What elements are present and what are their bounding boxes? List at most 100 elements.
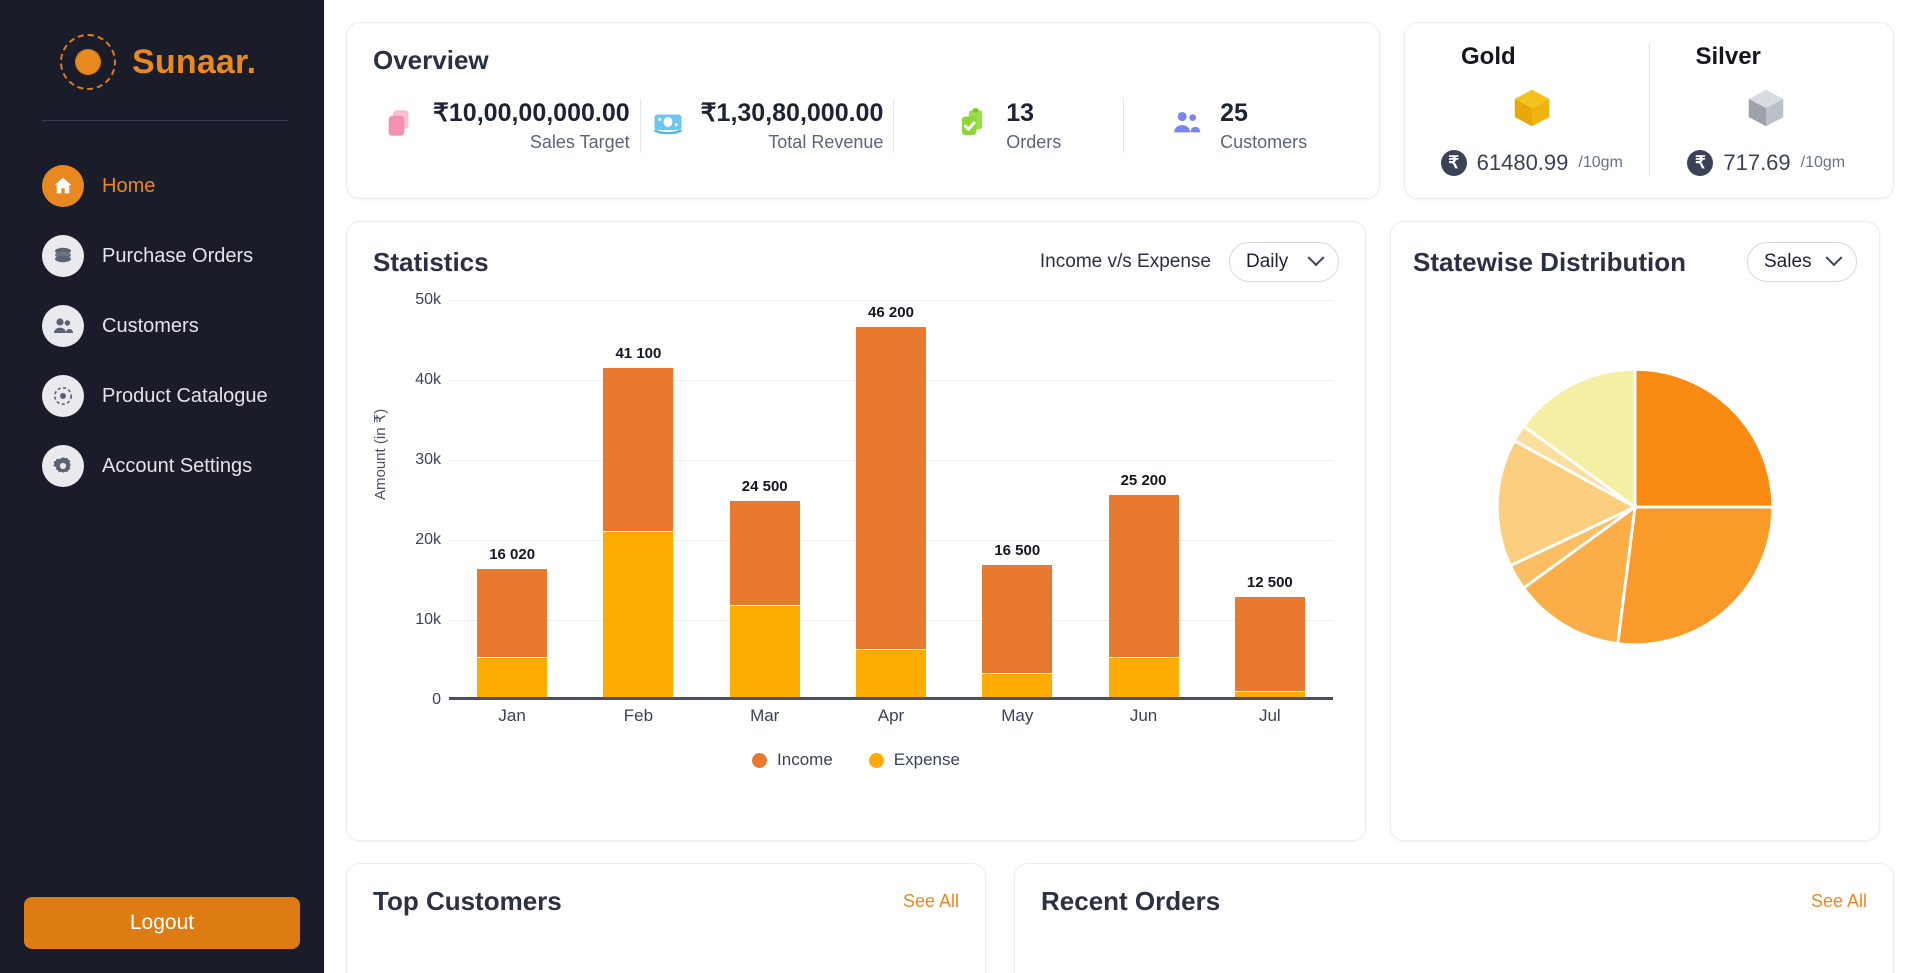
- bar-column[interactable]: 16 500: [982, 300, 1052, 697]
- legend-item[interactable]: Income: [752, 750, 833, 770]
- bar-segment-expense[interactable]: [982, 673, 1052, 697]
- y-axis-ticks: 010k20k30k40k50k: [393, 300, 441, 700]
- stat-sales-target: ₹10,00,00,000.00 Sales Target: [373, 98, 640, 153]
- gear-icon: [42, 445, 84, 487]
- bar-segment-income[interactable]: [603, 368, 673, 530]
- stat-label: Customers: [1220, 132, 1307, 153]
- sidebar-item-purchase-orders[interactable]: Purchase Orders: [0, 221, 324, 291]
- bar-segment-expense[interactable]: [1235, 691, 1305, 697]
- metal-rates-card: Gold ₹ 61480.99 /10gm: [1404, 22, 1894, 199]
- bar-segment-income[interactable]: [982, 565, 1052, 673]
- statewise-title: Statewise Distribution: [1413, 247, 1686, 278]
- home-icon: [42, 165, 84, 207]
- stat-customers: 25 Customers: [1123, 98, 1353, 153]
- x-tick-label: Jul: [1235, 706, 1305, 726]
- brand-name: Sunaar.: [132, 43, 256, 82]
- top-customers-title: Top Customers: [373, 886, 562, 917]
- statewise-pie-chart: [1413, 362, 1857, 652]
- stat-label: Total Revenue: [768, 132, 883, 153]
- metal-price: ₹ 717.69 /10gm: [1687, 150, 1845, 176]
- metric-select[interactable]: Sales: [1747, 242, 1857, 282]
- statewise-card: Statewise Distribution Sales: [1390, 221, 1880, 841]
- bar-segment-income[interactable]: [477, 569, 547, 657]
- x-axis-line: [449, 697, 1333, 700]
- bar-segment-expense[interactable]: [1109, 657, 1179, 697]
- dashboard-root: Sunaar. Home Purchase Orders Customers: [0, 0, 1920, 973]
- top-row: Overview ₹10,00,00,000.00 Sales Target: [346, 22, 1894, 199]
- y-tick-label: 0: [432, 691, 441, 709]
- bar-column[interactable]: 41 100: [603, 300, 673, 697]
- metal-name: Silver: [1650, 43, 1761, 71]
- logout-button[interactable]: Logout: [24, 897, 300, 949]
- bar-segment-expense[interactable]: [730, 605, 800, 697]
- bar-total-label: 12 500: [1235, 574, 1305, 591]
- income-expense-chart: Amount (in ₹) 010k20k30k40k50k 16 02041 …: [373, 300, 1339, 760]
- sidebar-item-account-settings[interactable]: Account Settings: [0, 431, 324, 501]
- rupee-icon: ₹: [1441, 150, 1467, 176]
- stat-value: ₹10,00,00,000.00: [433, 98, 630, 128]
- legend-item[interactable]: Expense: [869, 750, 960, 770]
- sidebar-item-label: Customers: [102, 315, 199, 338]
- x-tick-label: Apr: [856, 706, 926, 726]
- sidebar-item-product-catalogue[interactable]: Product Catalogue: [0, 361, 324, 431]
- bar-column[interactable]: 24 500: [730, 300, 800, 697]
- sun-emblem-icon: [60, 34, 116, 90]
- bar-segment-income[interactable]: [856, 327, 926, 649]
- bar-column[interactable]: 12 500: [1235, 300, 1305, 697]
- legend-label: Expense: [894, 750, 960, 770]
- legend-color-dot: [752, 753, 767, 768]
- metal-price-unit: /10gm: [1801, 154, 1845, 172]
- legend-label: Income: [777, 750, 833, 770]
- bar-segment-income[interactable]: [730, 501, 800, 605]
- bar-column[interactable]: 16 020: [477, 300, 547, 697]
- recent-orders-see-all[interactable]: See All: [1811, 891, 1867, 912]
- chevron-down-icon: [1826, 249, 1843, 266]
- statistics-card: Statistics Income v/s Expense Daily Amou…: [346, 221, 1366, 841]
- bar-segment-income[interactable]: [1235, 597, 1305, 691]
- stat-value: 25: [1220, 99, 1248, 128]
- metal-price-value: 61480.99: [1477, 150, 1569, 176]
- main-content: Overview ₹10,00,00,000.00 Sales Target: [324, 0, 1920, 973]
- banknote-icon: [651, 106, 685, 145]
- statistics-subtitle: Income v/s Expense: [1040, 251, 1211, 273]
- sidebar-item-customers[interactable]: Customers: [0, 291, 324, 361]
- users-icon: [1170, 106, 1204, 145]
- product-icon: [42, 375, 84, 417]
- stat-label: Sales Target: [530, 132, 630, 153]
- chart-plot-area: 16 020 41 100 24 500 46 200 16 500 25 200 12 5…: [449, 300, 1333, 700]
- bar-column[interactable]: 25 200: [1109, 300, 1179, 697]
- bar-segment-expense[interactable]: [477, 657, 547, 697]
- bar-total-label: 25 200: [1109, 472, 1179, 489]
- sidebar-divider: [42, 120, 288, 121]
- bar-total-label: 46 200: [856, 304, 926, 321]
- sidebar-nav: Home Purchase Orders Customers Product C…: [0, 151, 324, 501]
- period-select[interactable]: Daily: [1229, 242, 1339, 282]
- metal-price-value: 717.69: [1723, 150, 1790, 176]
- top-customers-see-all[interactable]: See All: [903, 891, 959, 912]
- metal-gold: Gold ₹ 61480.99 /10gm: [1415, 43, 1649, 176]
- brand: Sunaar.: [0, 0, 324, 96]
- sidebar-item-label: Home: [102, 175, 155, 198]
- y-tick-label: 50k: [415, 291, 441, 309]
- sidebar-item-label: Account Settings: [102, 455, 252, 478]
- sidebar-item-home[interactable]: Home: [0, 151, 324, 221]
- y-tick-label: 30k: [415, 451, 441, 469]
- bar-segment-expense[interactable]: [856, 649, 926, 697]
- clipboard-check-icon: [956, 106, 990, 145]
- pie-slice[interactable]: [1618, 507, 1773, 645]
- statewise-header: Statewise Distribution Sales: [1413, 242, 1857, 282]
- charts-row: Statistics Income v/s Expense Daily Amou…: [346, 199, 1894, 841]
- metal-name: Gold: [1415, 43, 1516, 71]
- stat-orders: 13 Orders: [893, 98, 1123, 153]
- bar-series: 16 020 41 100 24 500 46 200 16 500 25 200 12 5…: [449, 300, 1333, 697]
- recent-orders-title: Recent Orders: [1041, 886, 1220, 917]
- bar-segment-income[interactable]: [1109, 495, 1179, 657]
- bar-segment-expense[interactable]: [603, 531, 673, 697]
- bar-column[interactable]: 46 200: [856, 300, 926, 697]
- pie-slice[interactable]: [1635, 369, 1773, 507]
- metal-silver: Silver ₹ 717.69 /10gm: [1649, 43, 1884, 176]
- copy-pages-icon: [383, 106, 417, 145]
- gold-cube-icon: [1509, 85, 1555, 136]
- bottom-row: Top Customers See All Recent Orders See …: [346, 863, 1894, 973]
- x-tick-label: May: [982, 706, 1052, 726]
